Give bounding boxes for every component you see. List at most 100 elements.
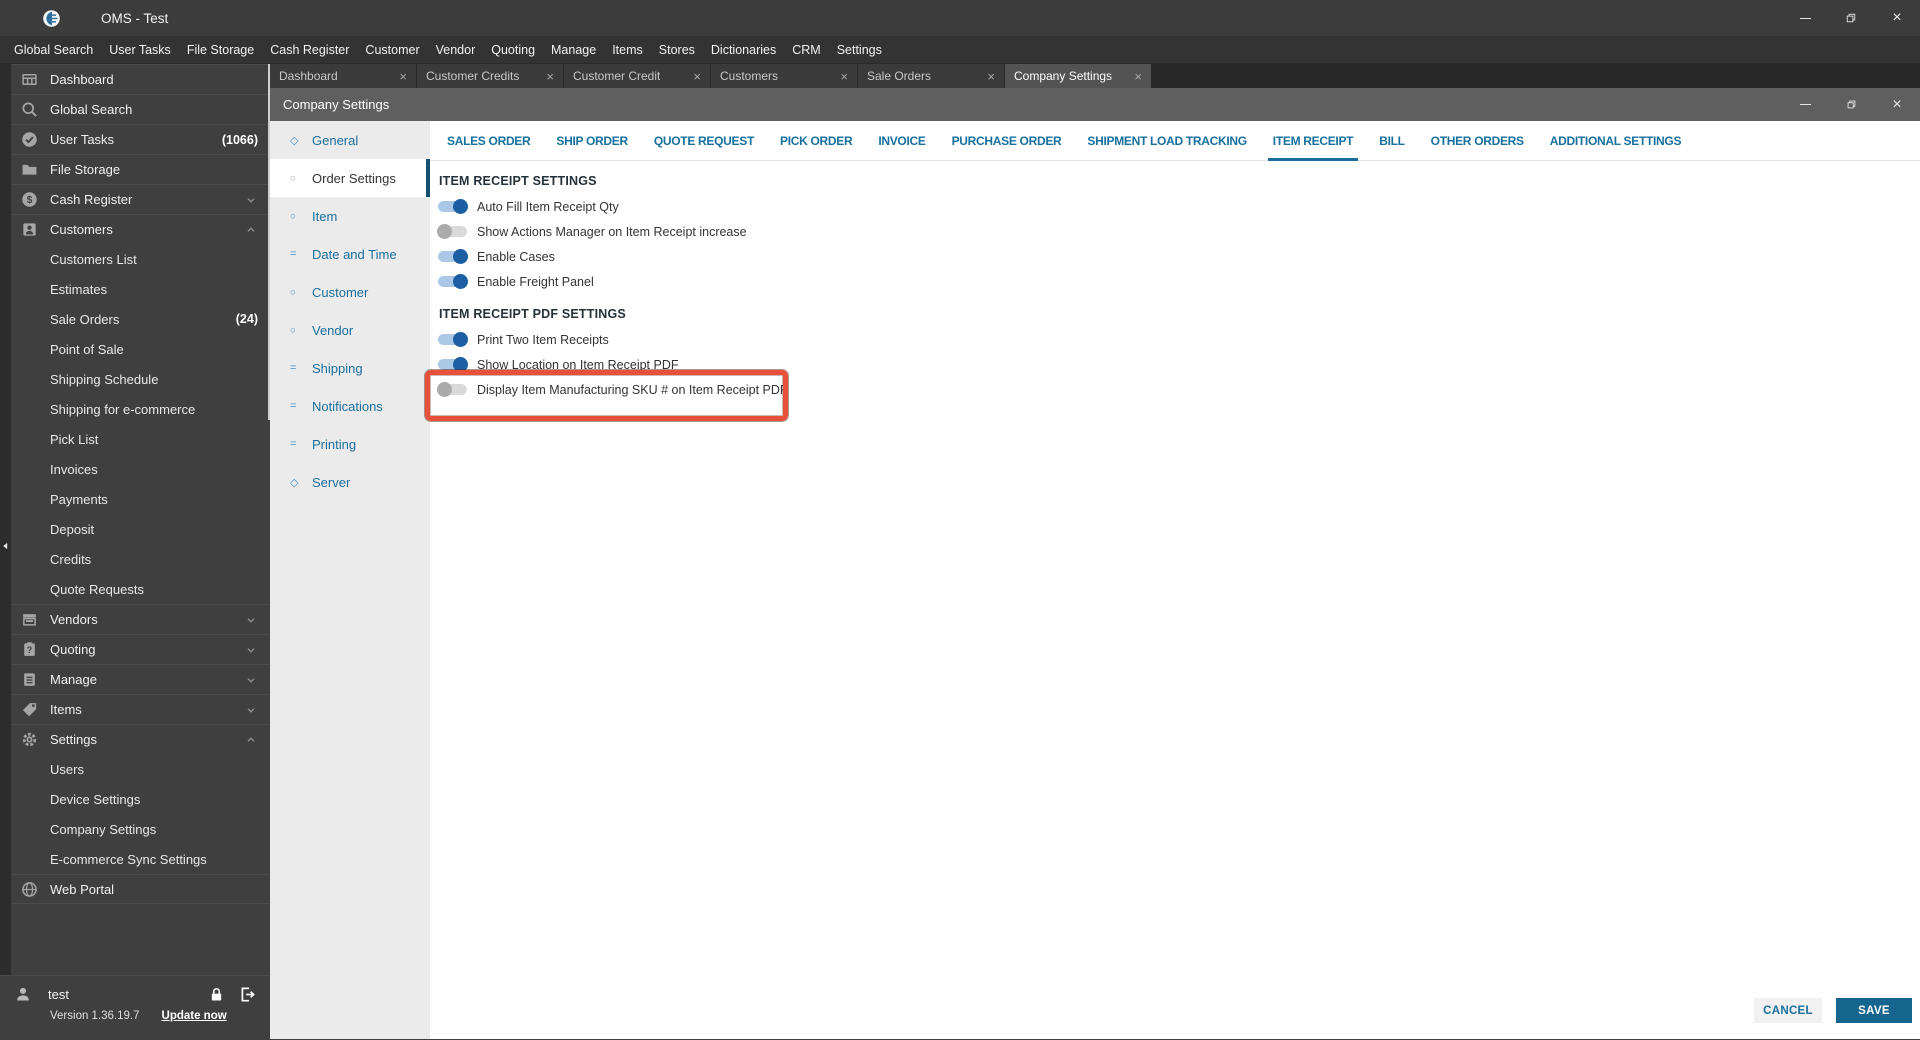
minimize-button[interactable] — [1782, 0, 1828, 36]
setting-row-enable-cases[interactable]: Enable Cases — [430, 244, 1920, 269]
sidebar-item-global-search[interactable]: Global Search — [0, 94, 270, 124]
sidebar-item-customers[interactable]: Customers — [0, 214, 270, 244]
save-button[interactable]: SAVE — [1836, 998, 1912, 1023]
sidebar-item-manage[interactable]: Manage — [0, 664, 270, 694]
settings-nav-item[interactable]: ○ Item — [270, 197, 430, 235]
tab-purchase-order[interactable]: PURCHASE ORDER — [952, 121, 1062, 161]
setting-row-enable-freight-panel[interactable]: Enable Freight Panel — [430, 269, 1920, 294]
setting-row-show-actions-manager-on-item-receipt-increase[interactable]: Show Actions Manager on Item Receipt inc… — [430, 219, 1920, 244]
menu-items[interactable]: Items — [604, 36, 651, 64]
tab-close-icon[interactable]: × — [981, 69, 995, 84]
tab-other-orders[interactable]: OTHER ORDERS — [1431, 121, 1524, 161]
menu-manage[interactable]: Manage — [543, 36, 604, 64]
toggle-switch[interactable] — [438, 274, 468, 289]
toggle-switch[interactable] — [438, 199, 468, 214]
menu-user-tasks[interactable]: User Tasks — [101, 36, 179, 64]
settings-nav-shipping[interactable]: = Shipping — [270, 349, 430, 387]
setting-row-print-two-item-receipts[interactable]: Print Two Item Receipts — [430, 327, 1920, 352]
tab-item-receipt[interactable]: ITEM RECEIPT — [1267, 121, 1359, 161]
sidebar-item-settings[interactable]: Settings — [0, 724, 270, 754]
open-tab-company-settings[interactable]: Company Settings × — [1005, 64, 1151, 88]
dialog-close-button[interactable]: × — [1874, 88, 1920, 121]
settings-nav-printing[interactable]: = Printing — [270, 425, 430, 463]
menu-customer[interactable]: Customer — [357, 36, 427, 64]
tab-pick-order[interactable]: PICK ORDER — [780, 121, 853, 161]
settings-nav-vendor[interactable]: ○ Vendor — [270, 311, 430, 349]
tab-close-icon[interactable]: × — [687, 69, 701, 84]
menu-global-search[interactable]: Global Search — [6, 36, 101, 64]
sidebar-item-vendors[interactable]: Vendors — [0, 604, 270, 634]
dialog-minimize-button[interactable] — [1782, 88, 1828, 121]
open-tab-customer-credits[interactable]: Customer Credits × — [417, 64, 563, 88]
sidebar-item-dashboard[interactable]: Dashboard — [0, 64, 270, 94]
tab-close-icon[interactable]: × — [834, 69, 848, 84]
tab-invoice[interactable]: INVOICE — [878, 121, 926, 161]
cancel-button[interactable]: CANCEL — [1754, 998, 1822, 1023]
sidebar-item-e-commerce-sync-settings[interactable]: E-commerce Sync Settings — [0, 844, 270, 874]
tab-sales-order[interactable]: SALES ORDER — [447, 121, 531, 161]
toggle-switch[interactable] — [437, 382, 467, 397]
menu-stores[interactable]: Stores — [651, 36, 703, 64]
toggle-switch[interactable] — [438, 332, 468, 347]
tab-close-icon[interactable]: × — [393, 69, 407, 84]
settings-nav-customer[interactable]: ○ Customer — [270, 273, 430, 311]
settings-nav-general[interactable]: ◇ General — [270, 121, 430, 159]
tab-close-icon[interactable]: × — [540, 69, 554, 84]
sidebar-item-user-tasks[interactable]: User Tasks (1066) — [0, 124, 270, 154]
toggle-switch[interactable] — [437, 224, 467, 239]
tab-additional-settings[interactable]: ADDITIONAL SETTINGS — [1550, 121, 1682, 161]
menu-vendor[interactable]: Vendor — [428, 36, 484, 64]
sidebar-item-quote-requests[interactable]: Quote Requests — [0, 574, 270, 604]
tab-bill[interactable]: BILL — [1379, 121, 1405, 161]
restore-button[interactable] — [1828, 0, 1874, 36]
tab-ship-order[interactable]: SHIP ORDER — [556, 121, 628, 161]
sidebar-item-shipping-for-e-commerce[interactable]: Shipping for e-commerce — [0, 394, 270, 424]
tab-quote-request[interactable]: QUOTE REQUEST — [654, 121, 754, 161]
sidebar-item-file-storage[interactable]: File Storage — [0, 154, 270, 184]
sidebar-item-quoting[interactable]: ? Quoting — [0, 634, 270, 664]
tab-close-icon[interactable]: × — [1128, 69, 1142, 84]
sidebar-item-pick-list[interactable]: Pick List — [0, 424, 270, 454]
setting-row-display-item-manufacturing-sku-on-item-receipt-pdf[interactable]: Display Item Manufacturing SKU # on Item… — [430, 377, 1920, 402]
sidebar-item-items[interactable]: Items — [0, 694, 270, 724]
sidebar-item-sale-orders[interactable]: Sale Orders (24) — [0, 304, 270, 334]
sidebar-item-credits[interactable]: Credits — [0, 544, 270, 574]
sidebar-collapse-button[interactable] — [0, 537, 11, 555]
close-button[interactable]: × — [1874, 0, 1920, 36]
menu-settings[interactable]: Settings — [829, 36, 890, 64]
tab-shipment-load-tracking[interactable]: SHIPMENT LOAD TRACKING — [1087, 121, 1247, 161]
settings-nav-order-settings[interactable]: ○ Order Settings — [270, 159, 430, 197]
sidebar-item-device-settings[interactable]: Device Settings — [0, 784, 270, 814]
menu-quoting[interactable]: Quoting — [483, 36, 543, 64]
setting-row-show-location-on-item-receipt-pdf[interactable]: Show Location on Item Receipt PDF — [430, 352, 1920, 377]
sidebar-item-invoices[interactable]: Invoices — [0, 454, 270, 484]
toggle-switch[interactable] — [438, 249, 468, 264]
logout-icon[interactable] — [239, 986, 256, 1003]
dialog-restore-button[interactable] — [1828, 88, 1874, 121]
menu-crm[interactable]: CRM — [784, 36, 828, 64]
menu-cash-register[interactable]: Cash Register — [262, 36, 357, 64]
sidebar-item-cash-register[interactable]: $ Cash Register — [0, 184, 270, 214]
sidebar-item-web-portal[interactable]: Web Portal — [0, 874, 270, 904]
menu-dictionaries[interactable]: Dictionaries — [703, 36, 784, 64]
toggle-switch[interactable] — [438, 357, 468, 372]
sidebar-item-estimates[interactable]: Estimates — [0, 274, 270, 304]
sidebar-item-users[interactable]: Users — [0, 754, 270, 784]
sidebar-item-company-settings[interactable]: Company Settings — [0, 814, 270, 844]
open-tab-dashboard[interactable]: Dashboard × — [270, 64, 416, 88]
open-tab-sale-orders[interactable]: Sale Orders × — [858, 64, 1004, 88]
sidebar-item-point-of-sale[interactable]: Point of Sale — [0, 334, 270, 364]
sidebar-item-payments[interactable]: Payments — [0, 484, 270, 514]
open-tab-customer-credit[interactable]: Customer Credit × — [564, 64, 710, 88]
open-tab-customers[interactable]: Customers × — [711, 64, 857, 88]
sidebar-item-shipping-schedule[interactable]: Shipping Schedule — [0, 364, 270, 394]
settings-nav-server[interactable]: ◇ Server — [270, 463, 430, 501]
update-now-link[interactable]: Update now — [162, 1010, 227, 1022]
setting-row-auto-fill-item-receipt-qty[interactable]: Auto Fill Item Receipt Qty — [430, 194, 1920, 219]
sidebar-item-customers-list[interactable]: Customers List — [0, 244, 270, 274]
menu-file-storage[interactable]: File Storage — [179, 36, 262, 64]
settings-nav-date-and-time[interactable]: = Date and Time — [270, 235, 430, 273]
sidebar-item-deposit[interactable]: Deposit — [0, 514, 270, 544]
lock-icon[interactable] — [208, 986, 225, 1003]
settings-nav-notifications[interactable]: = Notifications — [270, 387, 430, 425]
